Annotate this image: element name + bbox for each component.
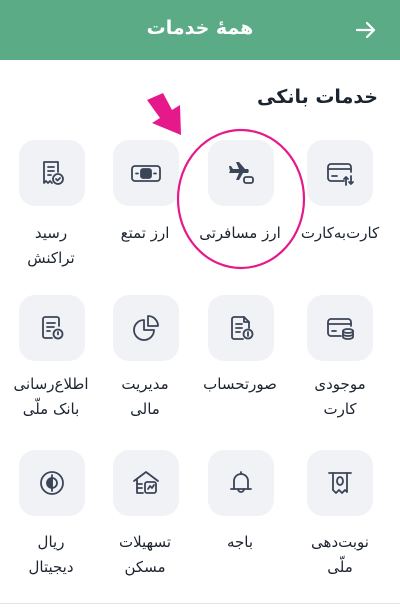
service-label: موجودی کارت [314, 375, 366, 418]
statement-icon [231, 316, 254, 340]
service-label: اطلاع‌رسانی بانک ملّی [13, 375, 89, 418]
bell-counter-icon [230, 471, 252, 493]
bottom-divider [0, 603, 400, 604]
service-tile-digital-rial[interactable] [19, 450, 85, 516]
digital-rial-icon [40, 471, 64, 495]
service-tile-housing-loan[interactable] [113, 450, 179, 516]
card-balance-icon [327, 318, 354, 340]
service-tile-financial-management[interactable] [113, 295, 179, 361]
pointer-arrow-icon [147, 93, 181, 135]
section-title: خدمات بانکی [257, 86, 378, 108]
service-tile-card-transfer[interactable] [307, 140, 373, 206]
service-label: ارز تمتع [120, 224, 170, 242]
service-tile-national-queue[interactable] [307, 450, 373, 516]
service-tile-transaction-receipt[interactable] [19, 140, 85, 206]
service-tile-card-balance[interactable] [307, 295, 373, 361]
card-transfer-icon [327, 163, 354, 186]
notification-document-icon [42, 316, 64, 340]
service-label: رسید تراکنش [27, 224, 75, 267]
service-label: باجه [226, 533, 254, 551]
airplane-icon [229, 162, 254, 184]
service-tile-bank-notification[interactable] [19, 295, 85, 361]
service-label: مدیریت مالی [121, 375, 169, 418]
service-tile-statement[interactable] [208, 295, 274, 361]
service-label: ارز مسافرتی [199, 224, 281, 242]
receipt-icon [43, 161, 64, 185]
service-tile-counter[interactable] [208, 450, 274, 516]
service-label: صورتحساب [203, 375, 277, 393]
back-button[interactable] [352, 16, 380, 44]
service-label: تسهیلات مسکن [118, 533, 172, 576]
pie-chart-icon [133, 315, 159, 341]
page-title: همهٔ خدمات [146, 17, 254, 39]
service-label: نوبت‌دهی ملّی [311, 533, 369, 576]
app-header: همهٔ خدمات [0, 0, 400, 60]
cash-note-icon [131, 165, 161, 182]
service-label: کارت‌به‌کارت [300, 224, 380, 242]
queue-ticket-icon [328, 472, 352, 494]
service-tile-pilgrimage-currency[interactable] [113, 140, 179, 206]
service-label: ریال دیجیتال [28, 533, 74, 576]
arrow-right-icon [355, 21, 376, 39]
service-tile-travel-currency[interactable] [208, 140, 274, 206]
house-loan-icon [133, 471, 159, 494]
